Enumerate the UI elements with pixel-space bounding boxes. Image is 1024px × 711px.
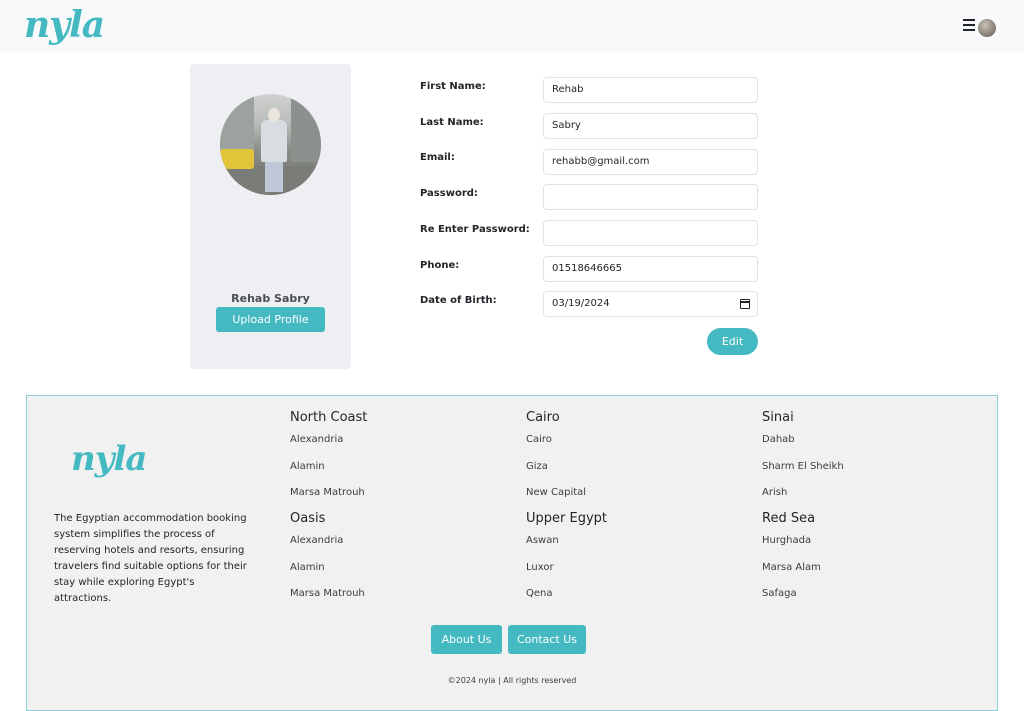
top-navbar: nyla — [0, 0, 1024, 52]
footer-description: The Egyptian accommodation booking syste… — [54, 513, 247, 604]
footer-link-city[interactable]: Safaga — [762, 588, 797, 599]
footer-link-city[interactable]: New Capital — [526, 487, 586, 498]
re-enter-password-input[interactable] — [543, 220, 758, 246]
footer-link-city[interactable]: Marsa Alam — [762, 562, 821, 573]
upload-profile-button[interactable]: Upload Profile — [216, 307, 325, 332]
footer-link-city[interactable]: Giza — [526, 461, 548, 472]
phone-input[interactable]: 01518646665 — [543, 256, 758, 282]
footer-link-city[interactable]: Alexandria — [290, 434, 343, 445]
profile-name: Rehab Sabry — [231, 292, 310, 305]
footer-nyla-logo: nyla — [71, 439, 147, 479]
region-title-oasis: Oasis — [290, 511, 326, 526]
first-name-input[interactable]: Rehab — [543, 77, 758, 103]
footer-link-city[interactable]: Aswan — [526, 535, 559, 546]
user-avatar-icon[interactable] — [978, 19, 996, 37]
region-title-sinai: Sinai — [762, 410, 794, 425]
edit-button[interactable]: Edit — [707, 328, 758, 355]
password-label: Password: — [420, 188, 478, 199]
footer-link-city[interactable]: Marsa Matrouh — [290, 588, 365, 599]
region-title-red-sea: Red Sea — [762, 511, 816, 526]
copyright-text: ©2024 nyla | All rights reserved — [447, 676, 577, 685]
profile-card: Rehab Sabry Upload Profile — [190, 64, 351, 369]
phone-label: Phone: — [420, 260, 460, 271]
last-name-label: Last Name: — [420, 117, 484, 128]
footer-link-city[interactable]: Qena — [526, 588, 553, 599]
date-of-birth-value: 03/19/2024 — [552, 298, 610, 309]
first-name-label: First Name: — [420, 81, 486, 92]
footer-link-city[interactable]: Luxor — [526, 562, 554, 573]
nyla-logo[interactable]: nyla — [24, 4, 105, 46]
region-title-upper-egypt: Upper Egypt — [526, 511, 608, 526]
footer-link-city[interactable]: Marsa Matrouh — [290, 487, 365, 498]
footer-link-city[interactable]: Dahab — [762, 434, 795, 445]
email-label: Email: — [420, 152, 455, 163]
footer-link-city[interactable]: Alexandria — [290, 535, 343, 546]
contact-us-button[interactable]: Contact Us — [508, 625, 586, 654]
footer-link-city[interactable]: Alamin — [290, 562, 325, 573]
footer-link-city[interactable]: Sharm El Sheikh — [762, 461, 844, 472]
date-of-birth-input[interactable]: 03/19/2024 — [543, 291, 758, 317]
about-us-button[interactable]: About Us — [431, 625, 502, 654]
profile-photo — [220, 94, 321, 195]
region-title-north-coast: North Coast — [290, 410, 368, 425]
footer: nyla The Egyptian accommodation booking … — [26, 395, 998, 711]
footer-link-city[interactable]: Cairo — [526, 434, 552, 445]
password-input[interactable] — [543, 184, 758, 210]
footer-link-city[interactable]: Alamin — [290, 461, 325, 472]
footer-link-city[interactable]: Arish — [762, 487, 787, 498]
email-input[interactable]: rehabb@gmail.com — [543, 149, 758, 175]
last-name-input[interactable]: Sabry — [543, 113, 758, 139]
re-enter-password-label: Re Enter Password: — [420, 224, 530, 235]
hamburger-menu-icon[interactable] — [963, 19, 975, 31]
region-title-cairo: Cairo — [526, 410, 560, 425]
date-of-birth-label: Date of Birth: — [420, 295, 497, 306]
footer-link-city[interactable]: Hurghada — [762, 535, 811, 546]
calendar-icon[interactable] — [740, 299, 750, 309]
